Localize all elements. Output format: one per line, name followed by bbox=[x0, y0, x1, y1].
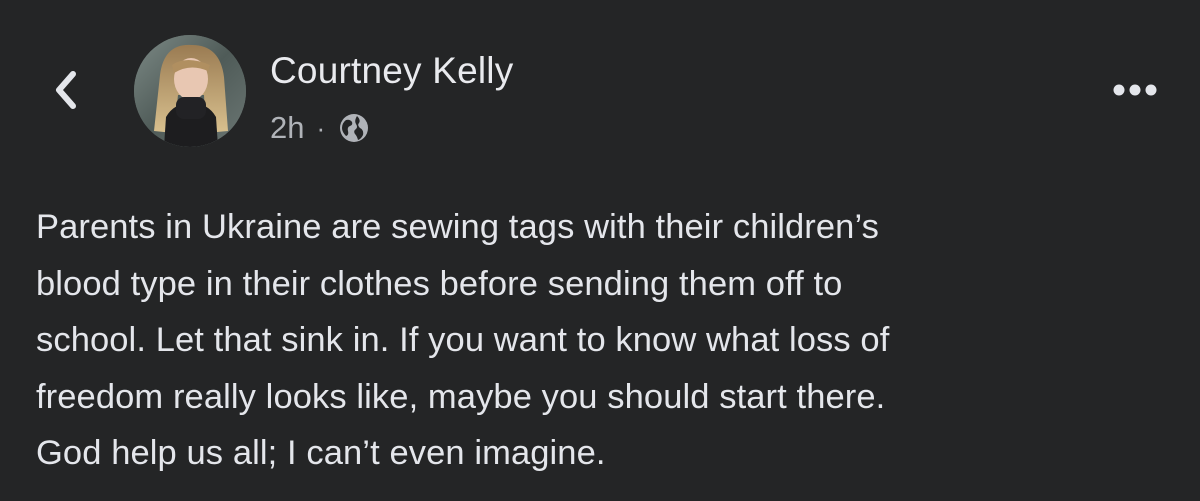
chevron-left-icon bbox=[56, 71, 76, 109]
post-text-line: Parents in Ukraine are sewing tags with … bbox=[36, 208, 879, 246]
more-horizontal-icon bbox=[1113, 84, 1157, 96]
back-button[interactable] bbox=[42, 64, 90, 116]
timestamp[interactable]: 2h bbox=[270, 110, 304, 146]
avatar[interactable] bbox=[134, 35, 246, 147]
post-text-line: blood type in their clothes before sendi… bbox=[36, 264, 843, 303]
meta-separator: · bbox=[316, 113, 326, 143]
post-text-line: God help us all; I can’t even imagine. bbox=[36, 434, 606, 472]
globe-icon[interactable] bbox=[337, 111, 371, 145]
post-text-line: freedom really looks like, maybe you sho… bbox=[36, 377, 886, 416]
post-text: Parents in Ukraine are sewing tags with … bbox=[36, 199, 1166, 482]
post-text-line: school. Let that sink in. If you want to… bbox=[36, 321, 890, 359]
post-meta: 2h · bbox=[270, 107, 371, 149]
author-name[interactable]: Courtney Kelly bbox=[270, 50, 513, 92]
more-options-button[interactable] bbox=[1105, 72, 1165, 108]
